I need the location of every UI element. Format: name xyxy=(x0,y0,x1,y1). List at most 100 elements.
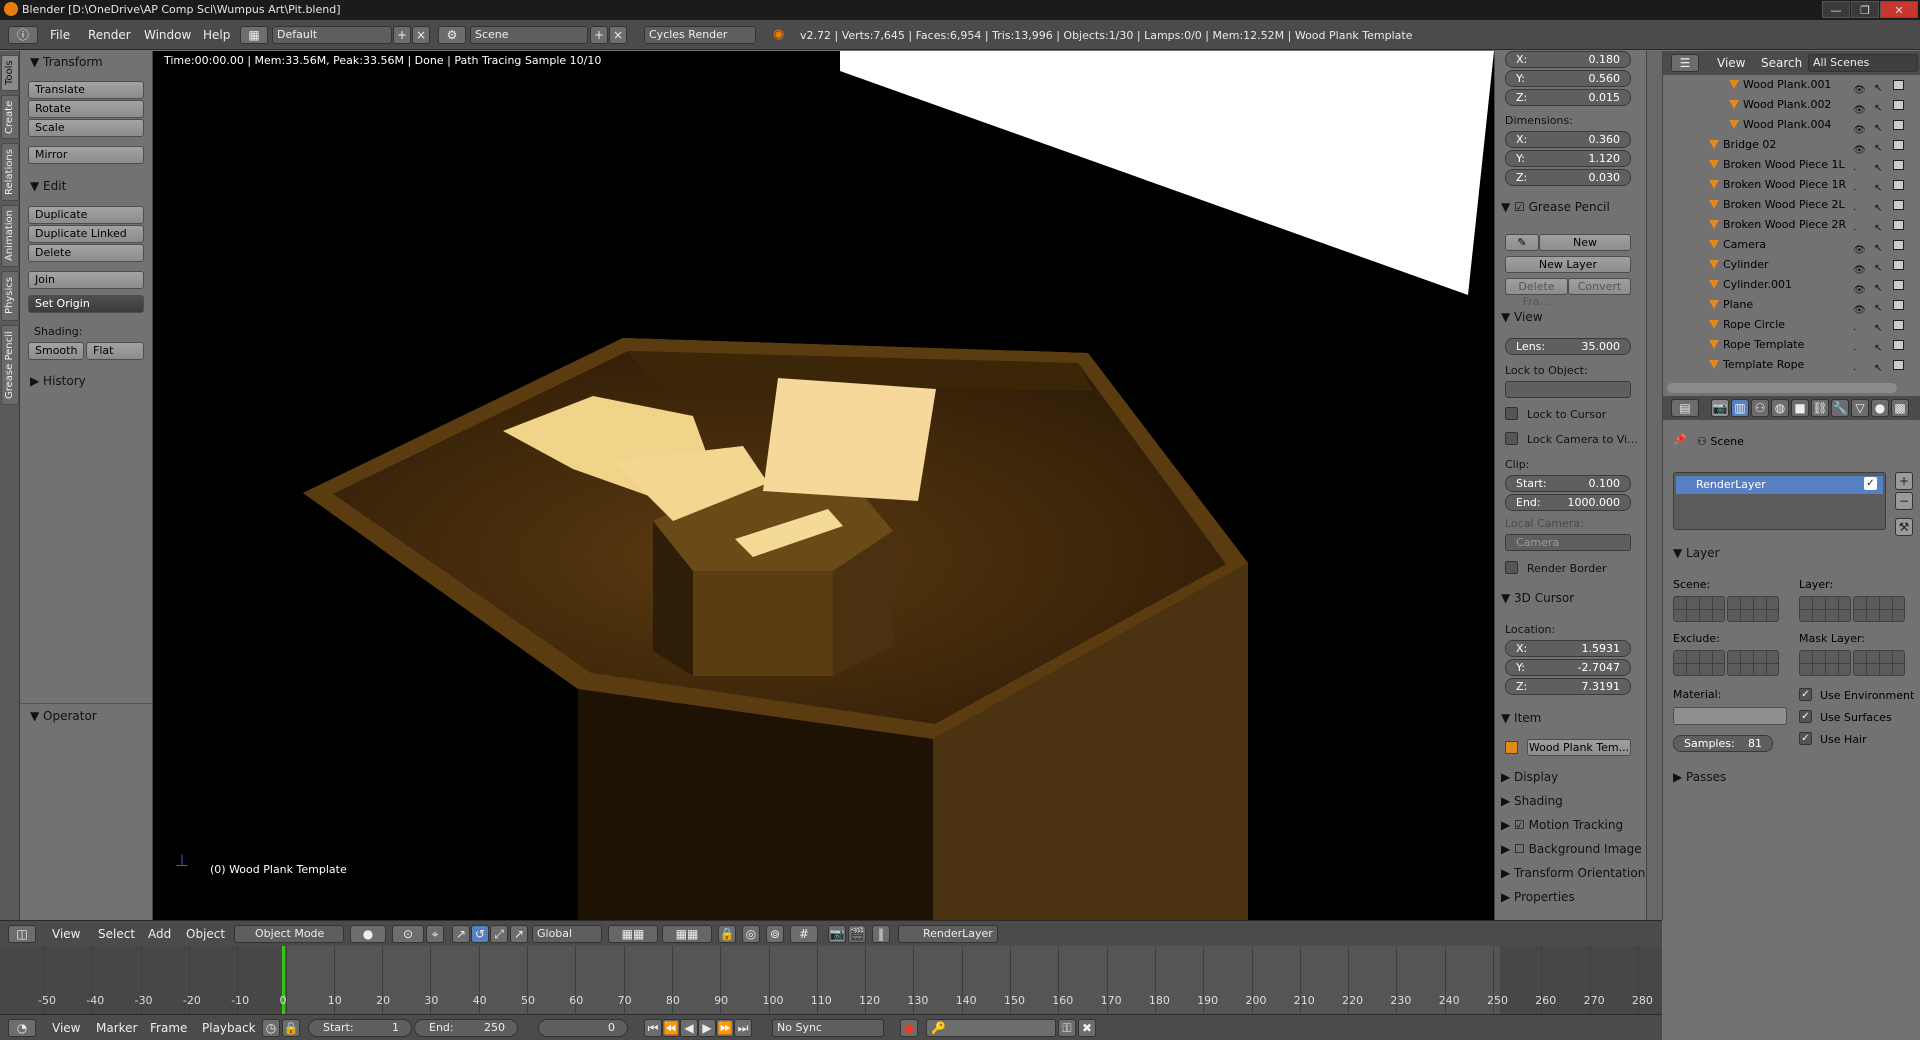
outliner-row[interactable]: Rope Circle · ↖ xyxy=(1663,315,1920,336)
gp-brush-icon[interactable]: ✎ xyxy=(1505,234,1539,251)
shading-header[interactable]: ▶ Shading xyxy=(1501,794,1563,808)
3d-cursor-header[interactable]: ▼ 3D Cursor xyxy=(1501,591,1574,605)
tab-grease-pencil[interactable]: Grease Pencil xyxy=(1,325,19,405)
scale-manipulator-icon[interactable]: ⤢ xyxy=(490,925,508,943)
edit-panel-header[interactable]: ▼ Edit xyxy=(30,179,66,193)
delete-keyframe-icon[interactable]: ✖ xyxy=(1078,1019,1096,1037)
constraints-tab-icon[interactable]: ⛓ xyxy=(1811,399,1829,417)
render-border-checkbox[interactable] xyxy=(1505,561,1518,574)
render-layer-item[interactable]: RenderLayer xyxy=(1676,476,1883,494)
operator-panel-header[interactable]: ▼ Operator xyxy=(30,709,97,723)
lock-camera-checkbox[interactable] xyxy=(1505,432,1518,445)
use-hair-checkbox[interactable]: ✓ xyxy=(1799,732,1812,745)
jump-end-icon[interactable]: ⏭ xyxy=(734,1019,752,1037)
gp-delete-frame-button[interactable]: Delete Fra... xyxy=(1505,278,1568,308)
outliner-row[interactable]: Wood Plank.004 👁 ↖ xyxy=(1663,115,1920,136)
outliner-row[interactable]: Wood Plank.002 👁 ↖ xyxy=(1663,95,1920,116)
translate-button[interactable]: Translate xyxy=(28,81,144,99)
duplicate-linked-button[interactable]: Duplicate Linked xyxy=(28,225,144,243)
record-keyframes-icon[interactable]: ● xyxy=(900,1019,918,1037)
transform-orientation-header[interactable]: ▶ Transform Orientation xyxy=(1501,866,1645,880)
editor-type-button[interactable]: ⓘ xyxy=(8,26,38,44)
3d-viewport[interactable]: Time:00:00.00 | Mem:33.56M, Peak:33.56M … xyxy=(153,51,1494,920)
samples-field[interactable]: Samples: 81 xyxy=(1673,735,1773,752)
maximize-button[interactable]: ❐ xyxy=(1851,1,1879,18)
current-frame-field[interactable]: 0 xyxy=(538,1019,628,1037)
exclude-grid-a[interactable] xyxy=(1673,650,1725,676)
timeline-playback-menu[interactable]: Playback xyxy=(202,1021,256,1035)
3d-view-editor-icon[interactable]: ◫ xyxy=(8,925,36,943)
dimensions-x-field[interactable]: X: 0.360 xyxy=(1505,131,1631,148)
join-button[interactable]: Join xyxy=(28,271,144,289)
outliner-filter-select[interactable]: All Scenes xyxy=(1808,54,1918,72)
screen-layout-field[interactable]: Default xyxy=(272,26,392,44)
pause-render-icon[interactable]: ‖ xyxy=(872,925,890,943)
view-header[interactable]: ▼ View xyxy=(1501,310,1543,324)
menu-render[interactable]: Render xyxy=(88,28,131,42)
clip-start-field[interactable]: Start: 0.100 xyxy=(1505,475,1631,492)
lock-to-cursor-checkbox[interactable] xyxy=(1505,407,1518,420)
mirror-button[interactable]: Mirror xyxy=(28,146,144,164)
layer-layers-grid-a[interactable] xyxy=(1799,596,1851,622)
exclude-grid-b[interactable] xyxy=(1727,650,1779,676)
mode-select[interactable]: Object Mode xyxy=(234,925,344,943)
timeline-marker-menu[interactable]: Marker xyxy=(96,1021,137,1035)
render-layer-specials-button[interactable]: ⚒ xyxy=(1895,518,1913,536)
location-x-field[interactable]: X: 0.180 xyxy=(1505,51,1631,68)
snap-element-select[interactable]: # xyxy=(790,925,818,943)
outliner-editor-icon[interactable]: ☰ xyxy=(1671,54,1699,72)
scene-field[interactable]: Scene xyxy=(470,26,588,44)
opengl-render-icon[interactable]: 📷 xyxy=(828,925,846,943)
rotate-manipulator-icon[interactable]: ↺ xyxy=(471,925,489,943)
outliner-row[interactable]: Broken Wood Piece 1R · ↖ xyxy=(1663,175,1920,196)
cursor-z-field[interactable]: Z: 7.3191 xyxy=(1505,678,1631,695)
outliner-menu-view[interactable]: View xyxy=(1717,56,1745,70)
gp-new-layer-button[interactable]: New Layer xyxy=(1505,256,1631,273)
tab-animation[interactable]: Animation xyxy=(1,205,19,267)
jump-start-icon[interactable]: ⏮ xyxy=(644,1019,662,1037)
add-screen-button[interactable]: + xyxy=(393,26,411,44)
set-origin-select[interactable]: Set Origin xyxy=(28,295,144,313)
gp-convert-button[interactable]: Convert xyxy=(1568,278,1631,295)
insert-keyframe-icon[interactable]: ⚿ xyxy=(1058,1019,1076,1037)
outliner-row[interactable]: Wood Plank.001 👁 ↖ xyxy=(1663,75,1920,96)
duplicate-button[interactable]: Duplicate xyxy=(28,206,144,224)
mask-layer-grid-b[interactable] xyxy=(1853,650,1905,676)
grease-pencil-header[interactable]: ▼ ☑ Grease Pencil xyxy=(1501,200,1610,214)
lock-layers-icon[interactable]: 🔒 xyxy=(718,925,736,943)
modifiers-tab-icon[interactable]: 🔧 xyxy=(1831,399,1849,417)
cursor-x-field[interactable]: X: 1.5931 xyxy=(1505,640,1631,657)
timeline-editor-icon[interactable]: ◔ xyxy=(8,1019,36,1037)
cursor-y-field[interactable]: Y: -2.7047 xyxy=(1505,659,1631,676)
tab-create[interactable]: Create xyxy=(1,95,19,139)
scene-layers-buttons[interactable]: ▦▦ xyxy=(608,925,658,943)
viewport-shading-select[interactable]: ● xyxy=(350,925,386,943)
rotate-button[interactable]: Rotate xyxy=(28,100,144,118)
transform-panel-header[interactable]: ▼ Transform xyxy=(30,55,103,69)
scene-layers-buttons-b[interactable]: ▦▦ xyxy=(662,925,712,943)
close-button[interactable]: ✕ xyxy=(1880,1,1918,18)
render-tab-icon[interactable]: 📷 xyxy=(1711,399,1729,417)
scale-button[interactable]: Scale xyxy=(28,119,144,137)
add-scene-button[interactable]: + xyxy=(590,26,608,44)
scene-layers-grid-a[interactable] xyxy=(1673,596,1725,622)
preview-range-icon[interactable]: ◷ xyxy=(262,1019,280,1037)
history-panel-header[interactable]: ▶ History xyxy=(30,374,86,388)
tab-relations[interactable]: Relations xyxy=(1,143,19,201)
texture-tab-icon[interactable]: ▩ xyxy=(1891,399,1909,417)
view-menu[interactable]: View xyxy=(52,927,80,941)
data-tab-icon[interactable]: ▽ xyxy=(1851,399,1869,417)
clip-end-field[interactable]: End: 1000.000 xyxy=(1505,494,1631,511)
start-frame-field[interactable]: Start: 1 xyxy=(308,1019,412,1037)
tab-physics[interactable]: Physics xyxy=(1,271,19,321)
scene-icon[interactable]: ⚙ xyxy=(438,26,466,44)
use-environment-checkbox[interactable]: ✓ xyxy=(1799,688,1812,701)
render-layer-list[interactable]: RenderLayer ✓ xyxy=(1673,472,1886,530)
remove-screen-button[interactable]: × xyxy=(412,26,430,44)
menu-help[interactable]: Help xyxy=(203,28,230,42)
smooth-button[interactable]: Smooth xyxy=(28,342,84,360)
pivot-point-select[interactable]: ⊙ xyxy=(392,925,424,943)
minimize-button[interactable]: — xyxy=(1822,1,1850,18)
translate-manipulator-icon[interactable]: ↗ xyxy=(452,925,470,943)
background-image-header[interactable]: ▶ ☐ Background Image xyxy=(1501,842,1642,856)
